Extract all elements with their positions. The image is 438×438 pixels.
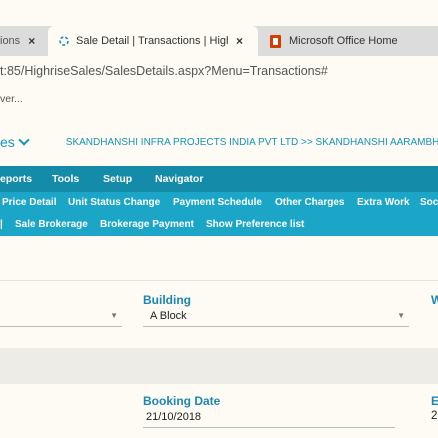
submenu-show-preference-list[interactable]: Show Preference list xyxy=(206,219,304,230)
menu-item-setup[interactable]: Setup xyxy=(103,173,132,185)
site-favicon-icon xyxy=(59,36,69,46)
submenu-soc[interactable]: Soc xyxy=(420,197,438,208)
next-field-value-2: 2 xyxy=(431,410,438,422)
caret-down-icon: ▼ xyxy=(110,311,118,320)
bookmark-bar: ver... xyxy=(0,88,438,110)
close-tab-icon[interactable]: × xyxy=(28,34,35,48)
close-tab-icon[interactable]: × xyxy=(236,34,243,48)
building-select[interactable]: A Block ▼ xyxy=(143,307,409,327)
submenu-extra-work[interactable]: Extra Work xyxy=(357,197,410,208)
building-value: A Block xyxy=(150,310,187,322)
menu-item-reports[interactable]: eports xyxy=(0,173,32,185)
menu-item-tools[interactable]: Tools xyxy=(52,173,79,185)
browser-tab-bar: ions × Sale Detail | Transactions | High… xyxy=(0,26,438,56)
prev-select[interactable]: ▼ xyxy=(0,307,122,327)
bookmark-text[interactable]: ver... xyxy=(0,93,23,105)
submenu-bullet: | xyxy=(0,219,3,230)
module-selector[interactable]: es xyxy=(0,134,30,150)
breadcrumb: SKANDHANSHI INFRA PROJECTS INDIA PVT LTD… xyxy=(65,136,438,148)
submenu-unit-status-change[interactable]: Unit Status Change xyxy=(68,197,160,208)
main-menu: eports Tools Setup Navigator xyxy=(0,166,438,192)
booking-date-value: 21/10/2018 xyxy=(146,411,202,423)
booking-date-label: Booking Date xyxy=(143,394,221,408)
sub-menu: Price Detail Unit Status Change Payment … xyxy=(0,192,438,236)
next-field-label-2: E xyxy=(431,394,438,408)
tab-label: Sale Detail | Transactions | Highri xyxy=(76,35,228,47)
address-bar[interactable]: t:85/HighriseSales/SalesDetails.aspx?Men… xyxy=(0,56,438,86)
submenu-other-charges[interactable]: Other Charges xyxy=(275,197,344,208)
module-label: es xyxy=(0,134,15,150)
browser-tab-office[interactable]: Microsoft Office Home xyxy=(258,26,438,56)
app-header: es SKANDHANSHI INFRA PROJECTS INDIA PVT … xyxy=(0,120,438,164)
submenu-payment-schedule[interactable]: Payment Schedule xyxy=(173,197,262,208)
chevron-down-icon xyxy=(18,134,30,146)
section-band xyxy=(0,348,438,384)
office-icon xyxy=(270,34,281,48)
tab-label: Microsoft Office Home xyxy=(289,35,398,47)
form-section-1: ▼ Building A Block ▼ W xyxy=(0,280,438,346)
submenu-price-detail[interactable]: Price Detail xyxy=(2,197,56,208)
menu-item-navigator[interactable]: Navigator xyxy=(155,173,203,185)
submenu-brokerage-payment[interactable]: Brokerage Payment xyxy=(100,219,194,230)
tab-label: ions xyxy=(0,35,21,47)
next-field-label: W xyxy=(431,293,438,307)
building-label: Building xyxy=(143,293,191,307)
booking-date-input[interactable]: 21/10/2018 xyxy=(143,408,395,428)
browser-tab-active[interactable]: Sale Detail | Transactions | Highri × xyxy=(48,26,258,56)
url-text: t:85/HighriseSales/SalesDetails.aspx?Men… xyxy=(0,64,328,78)
form-section-2: Booking Date 21/10/2018 E 2 xyxy=(0,384,438,438)
caret-down-icon: ▼ xyxy=(397,311,405,320)
submenu-sale-brokerage[interactable]: Sale Brokerage xyxy=(15,219,88,230)
browser-tab-prev[interactable]: ions × xyxy=(0,26,48,56)
